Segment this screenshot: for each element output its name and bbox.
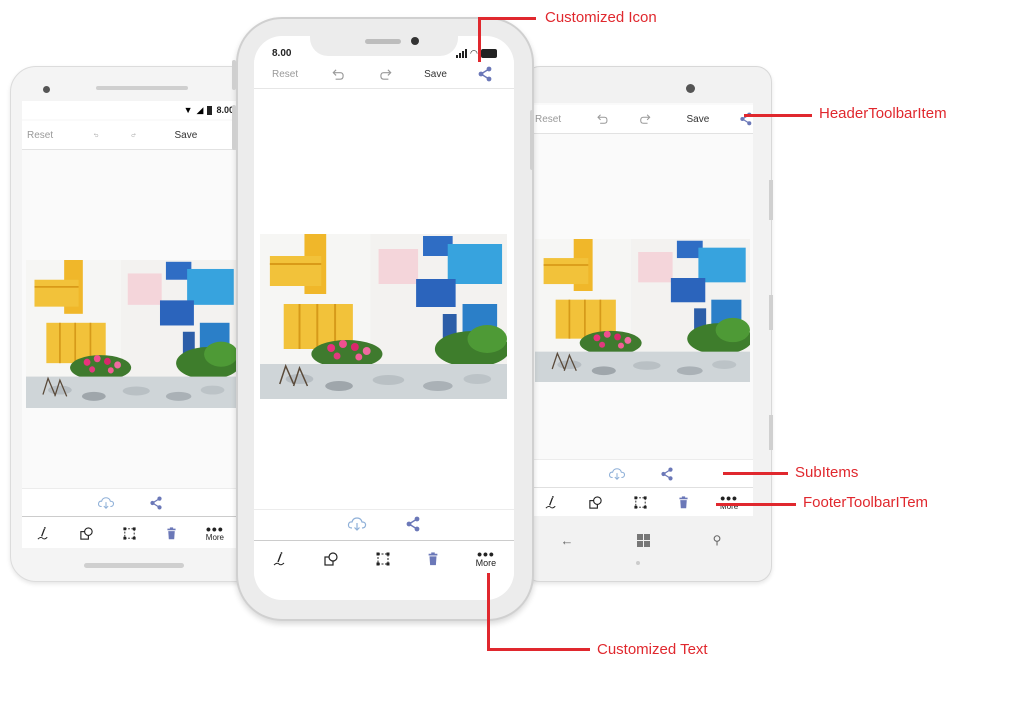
- wifi-icon: ◠: [470, 48, 478, 58]
- windows-phone-button: [769, 415, 773, 450]
- windows-phone-button: [769, 180, 773, 220]
- iphone-speaker: [365, 39, 401, 44]
- windows-sub-items-bar: [529, 459, 753, 488]
- save-button[interactable]: Save: [424, 69, 447, 80]
- windows-footer-toolbar: ••• More: [529, 487, 753, 516]
- ink-pen-icon[interactable]: [544, 495, 559, 510]
- cloud-download-icon[interactable]: [347, 516, 367, 532]
- signal-icon: [456, 49, 467, 58]
- save-button[interactable]: Save: [175, 130, 198, 141]
- iphone-side-button: [232, 105, 236, 150]
- shapes-icon[interactable]: [323, 551, 339, 567]
- reset-button[interactable]: Reset: [272, 69, 298, 80]
- iphone-sub-items-bar: [254, 509, 514, 538]
- save-button[interactable]: Save: [687, 114, 710, 125]
- windows-phone-camera: [686, 84, 695, 93]
- cloud-download-icon[interactable]: [608, 467, 626, 481]
- signal-icon: ◢: [196, 104, 204, 115]
- wifi-icon: ▼: [183, 105, 193, 115]
- customized-text-label: Customized Text: [597, 641, 708, 658]
- undo-icon[interactable]: [330, 67, 345, 82]
- iphone-header-toolbar: Reset Save: [254, 60, 514, 89]
- delete-icon[interactable]: [677, 495, 690, 510]
- sub-items-callout-line: [723, 472, 788, 475]
- share-icon[interactable]: [660, 467, 674, 481]
- delete-icon[interactable]: [165, 526, 178, 541]
- customized-text-callout-line: [487, 648, 590, 651]
- android-camera: [43, 86, 50, 93]
- customized-icon-callout-line: [478, 17, 536, 20]
- share-icon[interactable]: [149, 496, 163, 510]
- windows-logo-icon[interactable]: [636, 533, 650, 547]
- share-icon[interactable]: [477, 66, 493, 82]
- reset-button[interactable]: Reset: [27, 130, 53, 141]
- cloud-download-icon[interactable]: [97, 496, 115, 510]
- edited-image: [260, 234, 507, 399]
- battery-icon: [480, 49, 497, 58]
- more-button[interactable]: ••• More: [475, 546, 497, 568]
- more-icon: •••: [720, 490, 738, 506]
- more-label: More: [475, 558, 497, 568]
- undo-icon[interactable]: [595, 112, 609, 126]
- footer-toolbar-item-label: FooterToolbarITem: [803, 494, 929, 511]
- windows-phone-button: [769, 295, 773, 330]
- android-status-bar: ▼ ◢ 8.00: [22, 101, 238, 119]
- iphone-footer-toolbar: ••• More: [254, 540, 514, 577]
- iphone-side-button: [530, 110, 534, 170]
- windows-screen: Reset Save ••• More: [529, 103, 753, 516]
- reset-button[interactable]: Reset: [535, 114, 561, 125]
- shapes-icon[interactable]: [79, 526, 94, 541]
- windows-nav-bar: ← ⚲: [529, 522, 753, 558]
- search-icon[interactable]: ⚲: [713, 533, 722, 547]
- crop-icon[interactable]: [633, 495, 648, 510]
- redo-icon[interactable]: [131, 128, 137, 142]
- windows-header-toolbar: Reset Save: [529, 105, 753, 134]
- more-button[interactable]: ••• More: [205, 520, 225, 542]
- delete-icon[interactable]: [426, 551, 440, 567]
- iphone-front-camera: [411, 37, 419, 45]
- crop-icon[interactable]: [122, 526, 137, 541]
- android-sub-items-bar: [22, 488, 238, 517]
- more-icon: •••: [206, 520, 224, 537]
- ink-pen-icon[interactable]: [36, 526, 51, 541]
- sub-items-label: SubItems: [795, 464, 859, 481]
- iphone-status-time: 8.00: [272, 48, 292, 59]
- ink-pen-icon[interactable]: [272, 551, 288, 567]
- android-speaker: [96, 86, 188, 90]
- crop-icon[interactable]: [375, 551, 391, 567]
- battery-icon: [207, 105, 213, 115]
- customized-icon-label: Customized Icon: [545, 9, 657, 26]
- android-footer-toolbar: ••• More: [22, 516, 238, 548]
- footer-toolbar-item-callout-line: [716, 503, 796, 506]
- redo-icon[interactable]: [379, 67, 394, 82]
- windows-home-dot: [636, 561, 640, 565]
- android-header-toolbar: Reset Save: [22, 121, 238, 150]
- edited-image: [535, 239, 750, 382]
- customized-icon-callout-line: [478, 17, 481, 62]
- more-label: More: [205, 532, 225, 542]
- android-bottom-bar: [84, 563, 184, 568]
- iphone-side-button: [232, 60, 236, 90]
- share-icon[interactable]: [405, 516, 421, 532]
- iphone-screen: 8.00 ◠ Reset Save ••• More: [254, 36, 514, 600]
- header-toolbar-item-callout-line: [744, 114, 812, 117]
- edited-image: [26, 260, 238, 408]
- more-icon: •••: [477, 546, 495, 562]
- redo-icon[interactable]: [639, 112, 653, 126]
- header-toolbar-item-label: HeaderToolbarItem: [819, 105, 947, 122]
- undo-icon[interactable]: [93, 128, 99, 142]
- back-arrow-icon[interactable]: ←: [561, 533, 574, 548]
- shapes-icon[interactable]: [588, 495, 603, 510]
- android-screen: ▼ ◢ 8.00 Reset Save ••• More: [22, 101, 238, 548]
- iphone-status-icons: ◠: [456, 49, 497, 58]
- customized-text-callout-line: [487, 573, 490, 650]
